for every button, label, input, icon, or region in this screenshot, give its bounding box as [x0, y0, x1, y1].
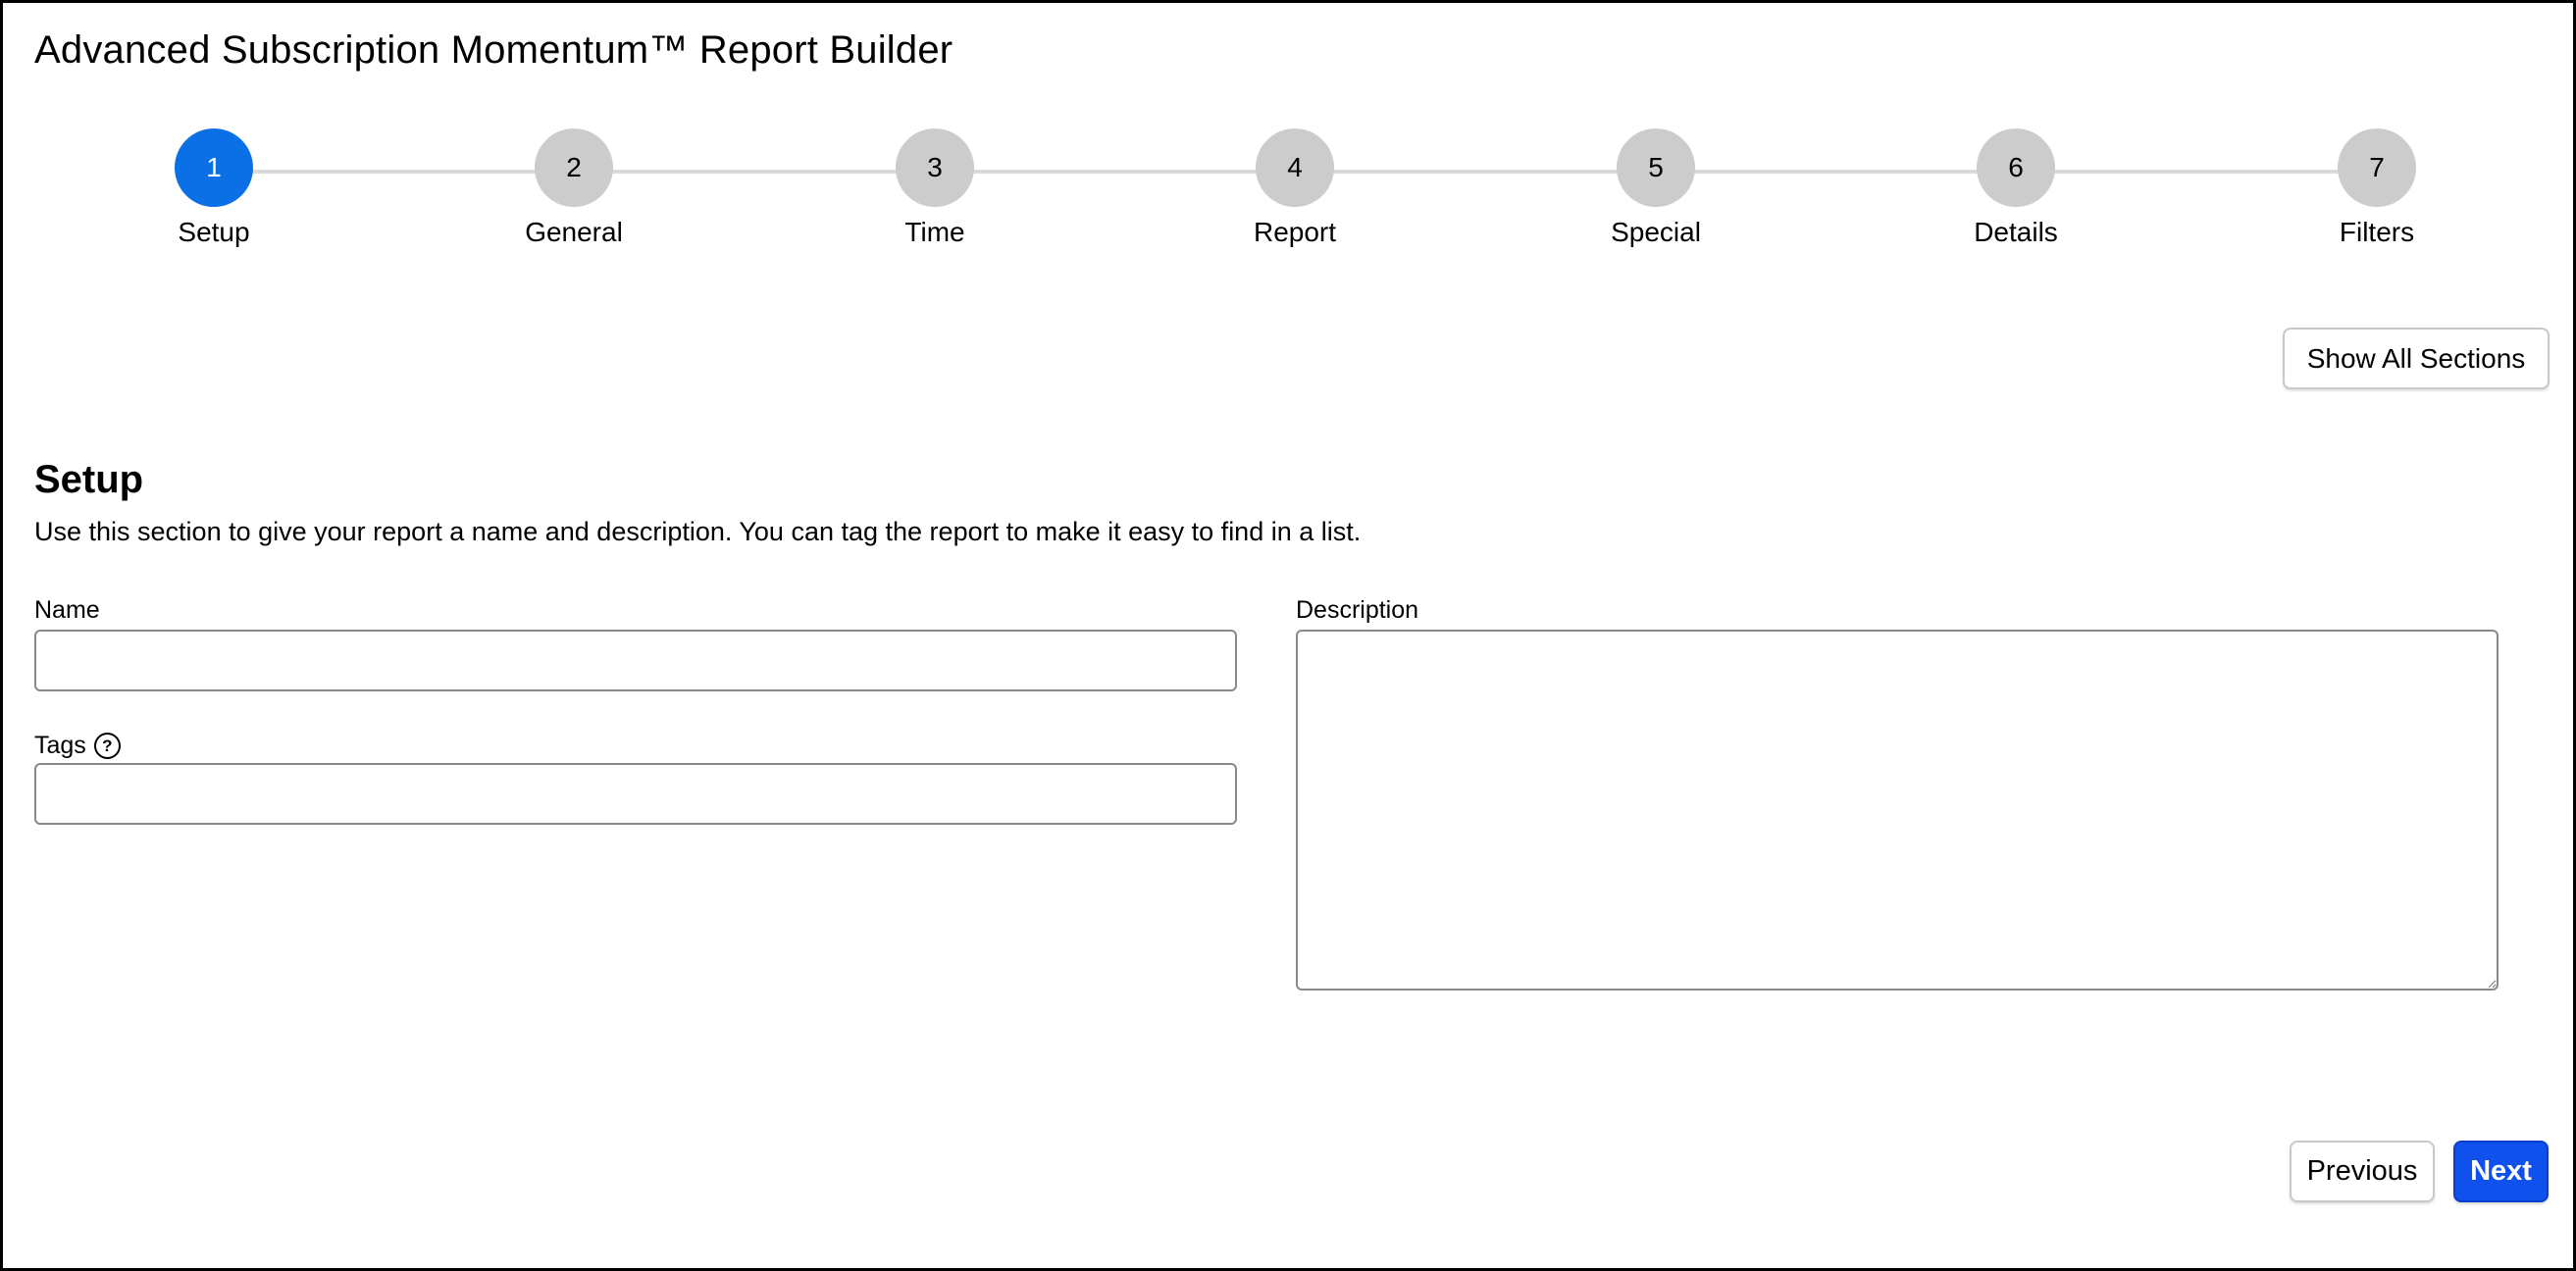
- app-window: Advanced Subscription Momentum™ Report B…: [0, 0, 2576, 1271]
- next-button[interactable]: Next: [2453, 1141, 2549, 1202]
- section-description: Use this section to give your report a n…: [34, 517, 1362, 546]
- step-number: 2: [535, 128, 613, 207]
- step-time[interactable]: 3 Time: [837, 128, 1033, 248]
- step-label: Report: [1253, 217, 1337, 247]
- tags-label: Tags ?: [34, 732, 121, 760]
- step-number: 4: [1256, 128, 1334, 207]
- name-label: Name: [34, 596, 100, 625]
- step-report[interactable]: 4 Report: [1197, 128, 1393, 248]
- step-setup[interactable]: 1 Setup: [116, 128, 312, 248]
- step-details[interactable]: 6 Details: [1918, 128, 2114, 248]
- step-label: General: [525, 217, 623, 247]
- step-label: Details: [1974, 217, 2058, 247]
- step-filters[interactable]: 7 Filters: [2279, 128, 2475, 248]
- step-number: 7: [2338, 128, 2416, 207]
- step-general[interactable]: 2 General: [476, 128, 672, 248]
- tags-label-text: Tags: [34, 732, 86, 759]
- step-special[interactable]: 5 Special: [1558, 128, 1754, 248]
- description-label: Description: [1296, 596, 1418, 625]
- section-title: Setup: [34, 458, 144, 501]
- step-label: Special: [1611, 217, 1701, 247]
- name-input[interactable]: [34, 630, 1237, 691]
- step-label: Filters: [2339, 217, 2415, 247]
- tags-input[interactable]: [34, 763, 1237, 825]
- step-number: 3: [896, 128, 974, 207]
- name-label-text: Name: [34, 596, 100, 624]
- step-number: 6: [1977, 128, 2055, 207]
- description-textarea[interactable]: [1296, 630, 2499, 991]
- description-label-text: Description: [1296, 596, 1419, 624]
- step-label: Setup: [178, 217, 250, 247]
- previous-button[interactable]: Previous: [2290, 1141, 2435, 1202]
- stepper: 1 Setup 2 General 3 Time 4 Report 5 Spec…: [3, 128, 2576, 266]
- show-all-sections-button[interactable]: Show All Sections: [2283, 328, 2550, 389]
- page-title: Advanced Subscription Momentum™ Report B…: [34, 28, 953, 72]
- step-number: 5: [1617, 128, 1695, 207]
- step-number: 1: [175, 128, 253, 207]
- step-label: Time: [904, 217, 965, 247]
- question-circle-icon[interactable]: ?: [93, 733, 121, 759]
